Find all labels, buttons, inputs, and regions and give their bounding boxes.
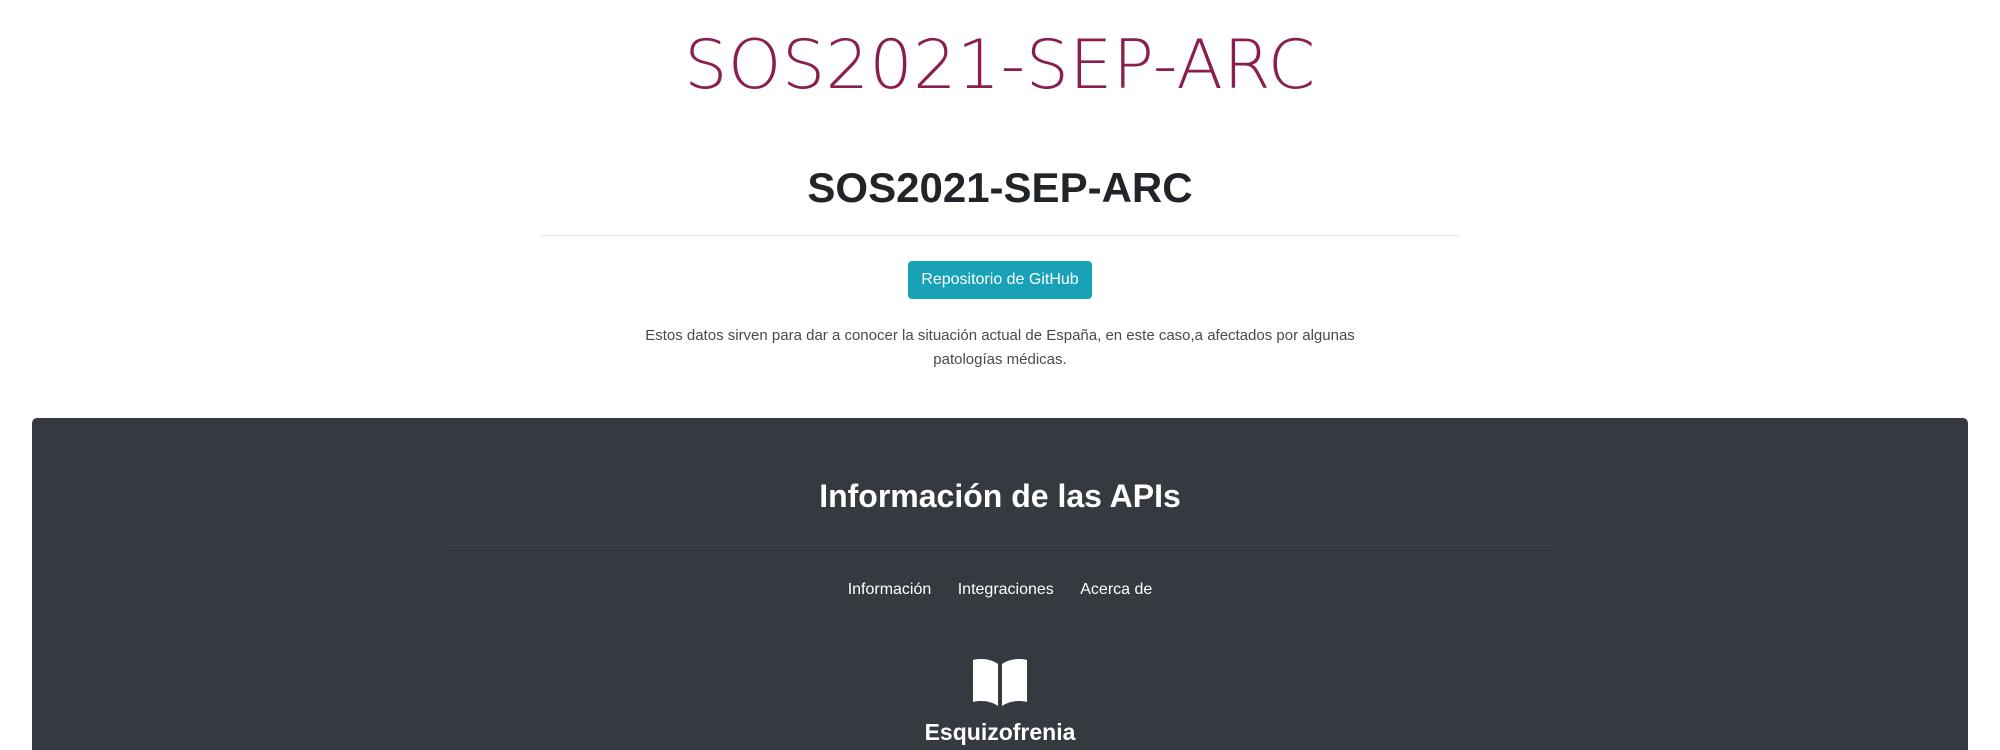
api-section-divider [448,545,1552,546]
hero-heading: SOS2021-SEP-ARC [807,164,1193,211]
api-section-heading: Información de las APIs [819,478,1181,514]
hero-divider [541,235,1459,236]
github-repository-button[interactable]: Repositorio de GitHub [908,261,1092,299]
nav-link-acerca-de[interactable]: Acerca de [1080,578,1152,602]
nav-link-informacion[interactable]: Información [848,578,932,602]
description-text: Estos datos sirven para dar a conocer la… [645,327,1355,368]
api-info-panel: Información de las APIs Información Inte… [32,418,1968,750]
page: SOS2021-SEP-ARC SOS2021-SEP-ARC Reposito… [0,0,2000,750]
api-nav: Información Integraciones Acerca de [32,578,1968,602]
book-icon [973,659,1027,706]
nav-link-integraciones[interactable]: Integraciones [958,578,1054,602]
site-title: SOS2021-SEP-ARC [684,26,1316,105]
card-title: Esquizofrenia [924,719,1076,745]
